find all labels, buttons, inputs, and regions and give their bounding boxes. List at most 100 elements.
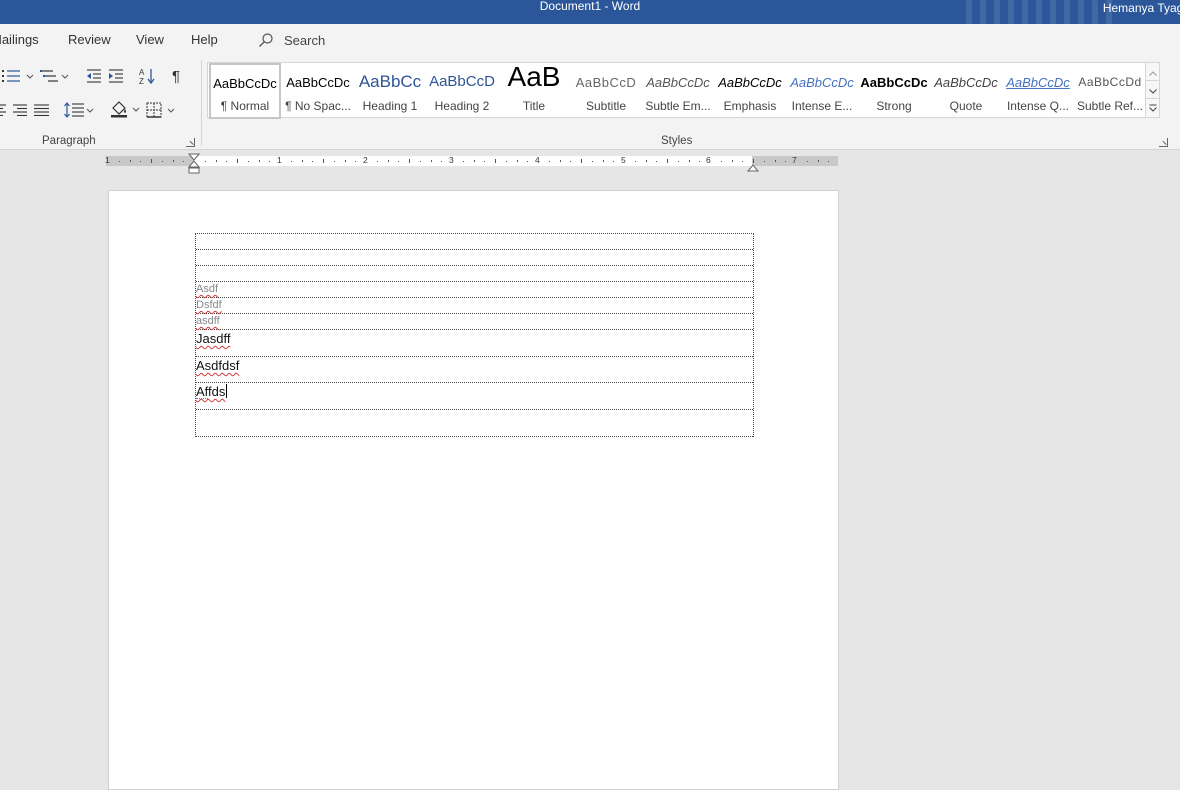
style-heading-2[interactable]: AaBbCcD Heading 2 (426, 63, 498, 119)
ruler-tick (731, 160, 733, 162)
justify-button[interactable] (34, 100, 49, 120)
decrease-indent-button[interactable] (86, 66, 102, 86)
ruler-tick (301, 160, 303, 162)
table-row[interactable] (196, 410, 753, 437)
tab-review[interactable]: Review (68, 32, 111, 47)
style-subtle-reference[interactable]: AaBbCcDd Subtle Ref... (1074, 63, 1146, 119)
ruler-tick (140, 161, 142, 162)
style-preview: AaBbCcDc (934, 75, 998, 90)
decrease-indent-icon (86, 69, 102, 83)
numbering-button[interactable] (2, 66, 36, 86)
style-preview: AaBbCcD (575, 75, 637, 90)
tab-help[interactable]: Help (191, 32, 218, 47)
ruler-tick (634, 161, 636, 162)
ruler-tick (323, 159, 324, 163)
style-subtle-emphasis[interactable]: AaBbCcDc Subtle Em... (642, 63, 714, 119)
tab-view[interactable]: View (136, 32, 164, 47)
tab-mailings[interactable]: Mailings (0, 32, 39, 47)
svg-text:A: A (139, 68, 145, 77)
style-title[interactable]: AaB Title (498, 61, 570, 119)
style-name: Intense E... (791, 99, 853, 113)
ruler-label: 6 (706, 155, 711, 165)
paragraph-dialog-launcher-icon[interactable] (186, 138, 195, 147)
account-name[interactable]: Hemanya Tyagi (1103, 2, 1180, 15)
styles-gallery: AaBbCcDc ¶ Normal AaBbCcDc ¶ No Spac... … (207, 61, 1146, 119)
table-row[interactable] (196, 234, 753, 250)
style-subtitle[interactable]: AaBbCcD Subtitle (570, 63, 642, 119)
borders-button[interactable] (146, 100, 178, 120)
style-preview: AaBbCcDc (1006, 75, 1070, 90)
styles-group-label: Styles (661, 135, 693, 147)
align-center-button[interactable] (0, 100, 6, 120)
ruler-tick (645, 160, 647, 162)
style-name: Emphasis (723, 99, 777, 113)
ruler-tick (226, 161, 228, 162)
style-name: Subtle Ref... (1076, 99, 1144, 113)
ruler-tick (591, 161, 593, 162)
style-intense-emphasis[interactable]: AaBbCcDc Intense E... (786, 63, 858, 119)
table-row[interactable]: Jasdff (196, 330, 753, 357)
right-indent-marker[interactable] (746, 159, 760, 177)
ruler-tick (473, 160, 475, 162)
group-divider (201, 60, 202, 146)
ruler-tick (118, 161, 120, 162)
line-spacing-button[interactable] (64, 100, 94, 120)
style-no-spacing[interactable]: AaBbCcDc ¶ No Spac... (282, 63, 354, 119)
align-right-button[interactable] (12, 100, 27, 120)
ribbon: AZ ¶ Paragraph AaBbCcDc ¶ Normal AaBbCcD… (0, 56, 1180, 150)
ruler-tick (613, 161, 615, 162)
show-formatting-button[interactable]: ¶ (172, 66, 180, 86)
ruler-tick (505, 161, 507, 162)
table-row[interactable] (196, 250, 753, 266)
ruler-tick (430, 160, 432, 162)
shading-button[interactable] (110, 99, 142, 119)
style-emphasis[interactable]: AaBbCcDc Emphasis (714, 63, 786, 119)
table-row[interactable] (196, 266, 753, 282)
styles-dialog-launcher-icon[interactable] (1159, 138, 1168, 147)
style-intense-quote[interactable]: AaBbCcDc Intense Q... (1002, 63, 1074, 119)
style-name: ¶ No Spac... (285, 99, 351, 113)
search-box[interactable]: Search (258, 30, 325, 50)
title-bar: Document1 - Word Hemanya Tyagi (0, 0, 1180, 24)
style-preview: AaBbCcDc (718, 75, 782, 90)
gallery-scroll-down[interactable] (1146, 81, 1159, 99)
table-row[interactable]: Asdfdsf (196, 357, 753, 383)
cell-text: asdff (196, 315, 220, 327)
ruler-tick (183, 161, 185, 162)
style-preview: AaBbCcDc (646, 75, 710, 90)
increase-indent-button[interactable] (108, 66, 124, 86)
ruler-tick (215, 160, 217, 162)
table-row[interactable]: asdff (196, 314, 753, 330)
ruler-tick (172, 160, 174, 162)
cell-text: Asdfdsf (196, 358, 240, 373)
first-line-indent-marker[interactable] (187, 153, 201, 180)
table-row[interactable]: Affds (196, 383, 753, 410)
sort-button[interactable]: AZ (138, 66, 156, 86)
ruler-tick (247, 161, 249, 162)
horizontal-ruler[interactable]: 1 1 2 3 4 5 6 7 (105, 155, 838, 166)
multilevel-list-button[interactable] (40, 66, 70, 86)
search-icon (258, 32, 274, 48)
gallery-more[interactable] (1146, 99, 1159, 117)
gallery-scroll-up[interactable] (1146, 63, 1159, 81)
table-row[interactable]: Dsfdf (196, 298, 753, 314)
style-quote[interactable]: AaBbCcDc Quote (930, 63, 1002, 119)
ruler-tick (161, 161, 163, 162)
ruler-tick (785, 161, 787, 162)
style-preview: AaBbCcDc (790, 75, 854, 90)
ruler-tick (387, 160, 389, 162)
style-strong[interactable]: AaBbCcDc Strong (858, 63, 930, 119)
ruler-tick (151, 159, 152, 163)
style-preview: AaBbCcD (429, 73, 495, 90)
ruler-tick (742, 161, 744, 162)
style-normal[interactable]: AaBbCcDc ¶ Normal (209, 63, 281, 119)
style-heading-1[interactable]: AaBbCc Heading 1 (354, 63, 426, 119)
document-page[interactable]: Asdf Dsfdf asdff Jasdff Asdfdsf Affds (108, 190, 839, 790)
styles-gallery-scroll (1146, 62, 1160, 118)
ruler-tick (828, 161, 830, 162)
ruler-label: 1 (277, 155, 282, 165)
ruler-tick (269, 161, 271, 162)
sort-az-icon: AZ (138, 67, 156, 85)
style-name: Heading 2 (434, 99, 490, 113)
table-row[interactable]: Asdf (196, 282, 753, 298)
